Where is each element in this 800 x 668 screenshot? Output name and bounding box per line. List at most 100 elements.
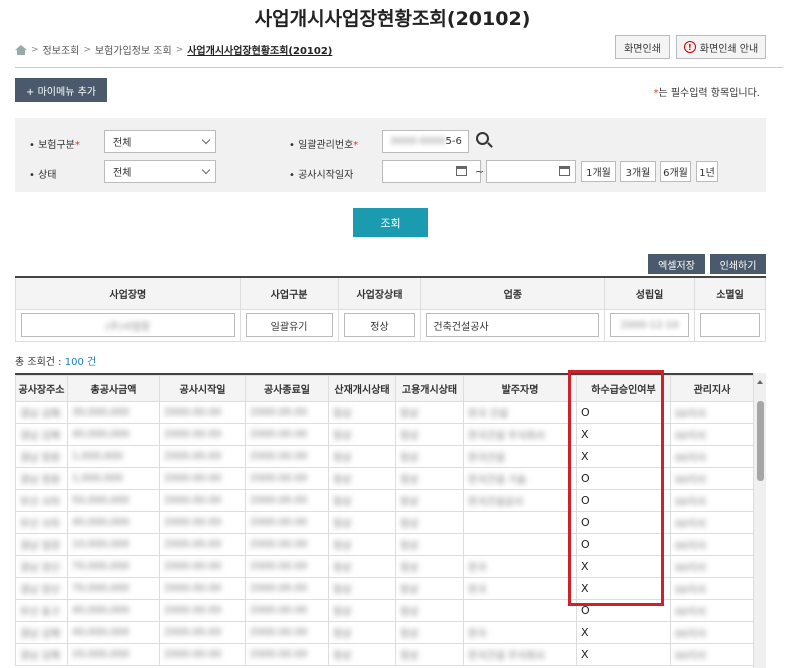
table-cell: 2000.00.00 — [245, 533, 329, 556]
table-cell: 2000.00.00 — [245, 401, 329, 424]
table-cell: 00지사 — [670, 445, 753, 468]
chevron-right-icon: > — [31, 44, 39, 55]
table-cell: 70,000,000 — [67, 555, 160, 578]
table-cell: 정상 — [328, 467, 396, 490]
insurance-type-select[interactable]: 전체 — [104, 130, 216, 153]
excel-save-button[interactable]: 엑셀저장 — [648, 254, 705, 274]
business-type-field: 일괄유기 — [245, 313, 333, 337]
grid-header: 공사시작일 — [159, 375, 246, 402]
add-my-menu-button[interactable]: + 마이메뉴 추가 — [15, 78, 107, 102]
table-cell: 2000.00.00 — [159, 511, 246, 534]
table-cell: 00지사 — [670, 599, 753, 622]
calendar-icon[interactable] — [456, 166, 467, 176]
grid-scrollbar[interactable] — [753, 373, 766, 668]
table-cell: 경남 김해 — [15, 423, 68, 446]
table-cell: 정상 — [328, 401, 396, 424]
table-cell — [463, 533, 577, 556]
breadcrumb-current[interactable]: 사업개시사업장현황조회(20102) — [187, 42, 332, 57]
period-1y-button[interactable]: 1년 — [696, 161, 718, 182]
table-cell: 정상 — [328, 533, 396, 556]
table-row[interactable]: 경남 김해 40,000,000 2000.00.00 2000.00.00 정상 정상 한… — [15, 621, 753, 644]
chevron-down-icon — [201, 135, 211, 145]
table-cell: 00지사 — [670, 423, 753, 446]
table-cell: 정상 — [395, 467, 464, 490]
table-cell: 정상 — [328, 423, 396, 446]
scroll-thumb[interactable] — [757, 401, 764, 481]
table-cell: 2000.00.00 — [159, 643, 246, 666]
print-button[interactable]: 인쇄하기 — [710, 254, 766, 274]
table-cell: 2000.00.00 — [245, 555, 329, 578]
breadcrumb-item[interactable]: 정보조회 — [43, 42, 80, 57]
search-panel: • 보험구분* 전체 • 상태 전체 • 일괄관리번호* 0000-0000 5-… — [15, 118, 766, 192]
table-cell: 경남 창원 — [15, 467, 68, 490]
period-1m-button[interactable]: 1개월 — [581, 161, 616, 182]
table-cell: 정상 — [328, 643, 396, 666]
chevron-down-icon — [201, 165, 211, 175]
search-icon[interactable] — [474, 131, 494, 151]
page-title: 사업개시사업장현황조회(20102) — [254, 8, 531, 30]
table-cell: 정상 — [395, 445, 464, 468]
table-cell: 40,000,000 — [67, 423, 160, 446]
period-6m-button[interactable]: 6개월 — [660, 161, 691, 182]
alert-icon: ! — [683, 41, 696, 53]
table-cell: 정상 — [328, 621, 396, 644]
table-cell: 정상 — [328, 511, 396, 534]
required-note: *는 필수입력 항목입니다. — [653, 88, 760, 99]
divider — [15, 67, 783, 68]
site-info-table: 사업장명 사업구분 사업장상태 업종 성립일 소멸일 (주)사업장 일괄유기 정… — [15, 276, 766, 342]
table-cell: 한국건설공사 — [463, 489, 577, 512]
table-cell: 1,000,000 — [67, 445, 160, 468]
industry-field: 건축건설공사 — [426, 313, 600, 337]
scroll-up-icon[interactable] — [757, 380, 763, 384]
table-cell: 한국 — [463, 621, 577, 644]
table-cell: 한국건설 기술 — [463, 467, 577, 490]
table-cell: 정상 — [395, 489, 464, 512]
table-cell: 2000.00.00 — [245, 423, 329, 446]
table-cell: 40,000,000 — [67, 621, 160, 644]
table-cell: 2000.00.00 — [245, 577, 329, 600]
table-cell: 2000.00.00 — [159, 423, 246, 446]
mgmt-no-input[interactable]: 0000-0000 5-6 — [382, 130, 469, 153]
table-cell: 50,000,000 — [67, 489, 160, 512]
calendar-icon[interactable] — [559, 166, 570, 176]
table-cell: 2000.00.00 — [159, 555, 246, 578]
table-cell: 40,000,000 — [67, 599, 160, 622]
header-established: 성립일 — [604, 276, 696, 310]
established-field: 2000-12-10 — [610, 313, 690, 337]
table-cell: 한국건설 주식회사 — [463, 643, 577, 666]
table-cell: 정상 — [328, 599, 396, 622]
query-button[interactable]: 조회 — [353, 208, 428, 237]
grid-header: 산재개시상태 — [328, 375, 396, 402]
table-cell: 정상 — [395, 533, 464, 556]
status-select[interactable]: 전체 — [104, 160, 216, 183]
approval-cell: X — [576, 621, 671, 644]
header-industry: 업종 — [420, 276, 606, 310]
table-cell: 2000.00.00 — [159, 577, 246, 600]
table-cell: 00지사 — [670, 621, 753, 644]
grid-header: 공사장주소 — [15, 375, 68, 402]
table-row[interactable]: 경남 김해 20,000,000 2000.00.00 2000.00.00 정상 정상 한… — [15, 643, 753, 666]
table-cell: 정상 — [395, 577, 464, 600]
period-3m-button[interactable]: 3개월 — [620, 161, 656, 182]
table-cell: 2000.00.00 — [159, 621, 246, 644]
table-cell: 부산 동구 — [15, 599, 68, 622]
table-cell: 부산 사하 — [15, 489, 68, 512]
table-cell: 경남 김해 — [15, 643, 68, 666]
header-business-type: 사업구분 — [239, 276, 339, 310]
home-icon[interactable] — [15, 44, 27, 55]
approval-cell: X — [576, 643, 671, 666]
print-guide-button[interactable]: ! 화면인쇄 안내 — [676, 35, 766, 59]
table-cell: 2000.00.00 — [159, 467, 246, 490]
grid-header: 발주자명 — [463, 375, 577, 402]
table-cell: 20,000,000 — [67, 643, 160, 666]
table-cell: 경남 밀양 — [15, 533, 68, 556]
header-terminated: 소멸일 — [694, 276, 766, 310]
table-cell: 2000.00.00 — [245, 445, 329, 468]
table-cell: 한국 — [463, 577, 577, 600]
print-screen-button[interactable]: 화면인쇄 — [615, 35, 670, 59]
table-cell: 정상 — [328, 577, 396, 600]
mgmt-no-label: • 일괄관리번호* — [289, 140, 359, 151]
breadcrumb-item[interactable]: 보험가입정보 조회 — [95, 42, 172, 57]
table-cell: 00지사 — [670, 533, 753, 556]
table-cell: 00지사 — [670, 489, 753, 512]
